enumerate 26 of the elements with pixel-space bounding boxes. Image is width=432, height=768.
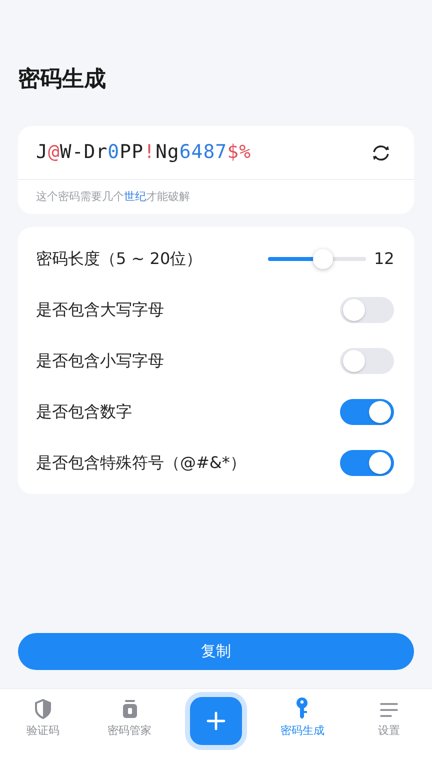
strength-hint: 这个密码需要几个世纪才能破解 bbox=[35, 188, 191, 205]
option-label: 是否包含大写字母 bbox=[36, 298, 165, 320]
tab-item[interactable]: 设置 bbox=[378, 697, 400, 740]
key-icon bbox=[294, 697, 310, 719]
menu-icon bbox=[378, 701, 399, 719]
option-label: 是否包含小写字母 bbox=[36, 350, 165, 372]
lock-icon bbox=[120, 699, 139, 719]
copy-button[interactable]: 复制 bbox=[18, 633, 414, 670]
tab-item[interactable]: 验证码 bbox=[26, 697, 60, 740]
length-slider[interactable] bbox=[268, 248, 366, 268]
refresh-icon bbox=[370, 144, 392, 162]
toggle-switch[interactable] bbox=[340, 348, 394, 374]
option-label: 密码长度（5 ~ 20位） bbox=[36, 248, 204, 270]
password-text: J@W-Dr0PP!Ng6487$% bbox=[36, 140, 252, 166]
length-value: 12 bbox=[374, 248, 394, 270]
option-label: 是否包含数字 bbox=[36, 400, 133, 422]
shield-icon bbox=[34, 699, 52, 719]
plus-icon bbox=[206, 711, 226, 731]
tab-item[interactable]: 密码管家 bbox=[108, 697, 152, 740]
toggle-switch[interactable] bbox=[340, 296, 394, 322]
page-title: 密码生成 bbox=[18, 66, 107, 94]
toggle-switch[interactable] bbox=[340, 398, 394, 424]
toggle-switch[interactable] bbox=[340, 450, 394, 476]
add-button[interactable] bbox=[190, 697, 242, 745]
option-label: 是否包含特殊符号（@#&*） bbox=[36, 452, 247, 474]
tab-item[interactable]: 密码生成 bbox=[280, 697, 324, 740]
